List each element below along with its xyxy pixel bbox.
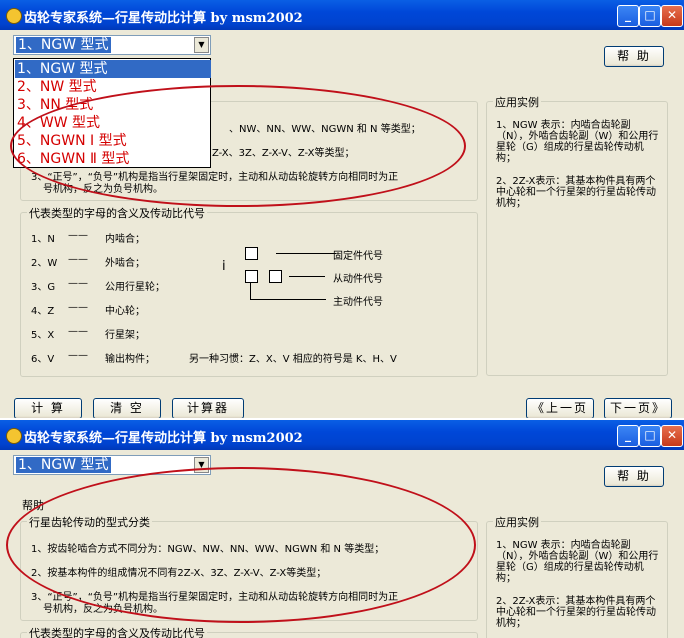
letter-row-dash: —— (68, 278, 88, 289)
letter-row-meaning: 行星架； (105, 330, 145, 341)
calculate-button[interactable]: 计 算 (14, 398, 82, 418)
fixed-leader-line (276, 253, 336, 254)
title-bar[interactable]: 齿轮专家系统—行星传动比计算 by msm2002 _ □ ✕ (0, 0, 684, 30)
letter-row-dash: —— (68, 326, 88, 337)
window-title: 齿轮专家系统—行星传动比计算 by msm2002 (24, 11, 303, 26)
letters-group: 代表类型的字母的含义及传动比代号 1、N —— 内啮合； 2、W —— 外啮合； 3、G ——… (20, 205, 478, 377)
maximize-button[interactable]: □ (639, 5, 661, 27)
next-page-button[interactable]: 下一页》 (604, 398, 672, 418)
close-button[interactable]: ✕ (661, 425, 683, 447)
fixed-symbol-box (245, 247, 258, 260)
letter-row-code: 4、Z (31, 306, 55, 317)
type-select[interactable]: 1、NGW 型式 ▼ (13, 35, 211, 55)
dropdown-option-1[interactable]: 1、NGW 型式 (15, 60, 211, 78)
title-bar[interactable]: 齿轮专家系统—行星传动比计算 by msm2002 _ □ ✕ (0, 420, 684, 450)
letter-row-meaning: 公用行星轮； (105, 282, 165, 293)
window-title: 齿轮专家系统—行星传动比计算 by msm2002 (24, 431, 303, 446)
minimize-button[interactable]: _ (617, 5, 639, 27)
annotation-ellipse (10, 85, 466, 207)
annotation-ellipse (6, 467, 476, 623)
driver-leader-vertical (250, 283, 251, 299)
prev-page-button[interactable]: 《上一页 (526, 398, 594, 418)
help-button[interactable]: 帮 助 (604, 466, 664, 487)
example-para2: 2、2Z-X表示：其基本构件具有两个中心轮和一个行星架的行星齿轮传动机构； (496, 176, 656, 209)
close-button[interactable]: ✕ (661, 5, 683, 27)
letter-row-code: 1、N (31, 234, 55, 245)
letter-row-meaning: 中心轮； (105, 306, 145, 317)
help-button[interactable]: 帮 助 (604, 46, 664, 67)
driven-label: 从动件代号 (333, 274, 383, 285)
app-icon (6, 428, 22, 444)
example-para1: 1、NGW 表示：内啮合齿轮副（N），外啮合齿轮副（W）和公用行星轮（G）组成的… (496, 120, 659, 164)
letter-row-dash: —— (68, 302, 88, 313)
type-select-value: 1、NGW 型式 (16, 457, 111, 473)
driver-label: 主动件代号 (333, 297, 383, 308)
driven-leader-line (289, 276, 325, 277)
letter-row-meaning: 外啮合； (105, 258, 145, 269)
driver-leader-line (250, 299, 326, 300)
example-para1: 1、NGW 表示：内啮合齿轮副（N），外啮合齿轮副（W）和公用行星轮（G）组成的… (496, 540, 659, 584)
maximize-button[interactable]: □ (639, 425, 661, 447)
examples-group-title: 应用实例 (493, 94, 541, 110)
letter-row-code: 2、W (31, 258, 58, 269)
letters-group-title: 代表类型的字母的含义及传动比代号 (27, 205, 207, 221)
driven-symbol-box (245, 270, 258, 283)
chevron-down-icon[interactable]: ▼ (194, 37, 209, 53)
example-para2: 2、2Z-X表示：其基本构件具有两个中心轮和一个行星架的行星齿轮传动机构； (496, 596, 656, 629)
calculator-button[interactable]: 计算器 (172, 398, 244, 418)
fixed-label: 固定件代号 (333, 251, 383, 262)
letter-row-dash: —— (68, 254, 88, 265)
clear-button[interactable]: 清 空 (93, 398, 161, 418)
driver-symbol-box (269, 270, 282, 283)
letter-row-code: 3、G (31, 282, 56, 293)
letter-row-meaning: 输出构件； (105, 354, 155, 365)
app-icon (6, 8, 22, 24)
minimize-button[interactable]: _ (617, 425, 639, 447)
letter-row-meaning: 内啮合； (105, 234, 145, 245)
letters-group-title: 代表类型的字母的含义及传动比代号 (27, 625, 207, 638)
main-window-dropdown-closed: 齿轮专家系统—行星传动比计算 by msm2002 _ □ ✕ 1、NGW 型式… (0, 420, 684, 638)
letter-row-code: 5、X (31, 330, 55, 341)
letter-row-dash: —— (68, 230, 88, 241)
main-window-dropdown-open: 齿轮专家系统—行星传动比计算 by msm2002 _ □ ✕ 1、NGW 型式… (0, 0, 684, 418)
ratio-symbol-i: i (222, 259, 226, 274)
examples-group: 应用实例 1、NGW 表示：内啮合齿轮副（N），外啮合齿轮副（W）和公用行星轮（… (486, 514, 668, 638)
type-select-value: 1、NGW 型式 (16, 37, 111, 53)
examples-group-title: 应用实例 (493, 514, 541, 530)
letter-row-code: 6、V (31, 354, 55, 365)
alt-habit-text: 另一种习惯：Z、X、V 相应的符号是 K、H、V (189, 354, 397, 365)
examples-group: 应用实例 1、NGW 表示：内啮合齿轮副（N），外啮合齿轮副（W）和公用行星轮（… (486, 94, 668, 376)
letters-group: 代表类型的字母的含义及传动比代号 (20, 625, 478, 638)
letter-row-dash: —— (68, 350, 88, 361)
